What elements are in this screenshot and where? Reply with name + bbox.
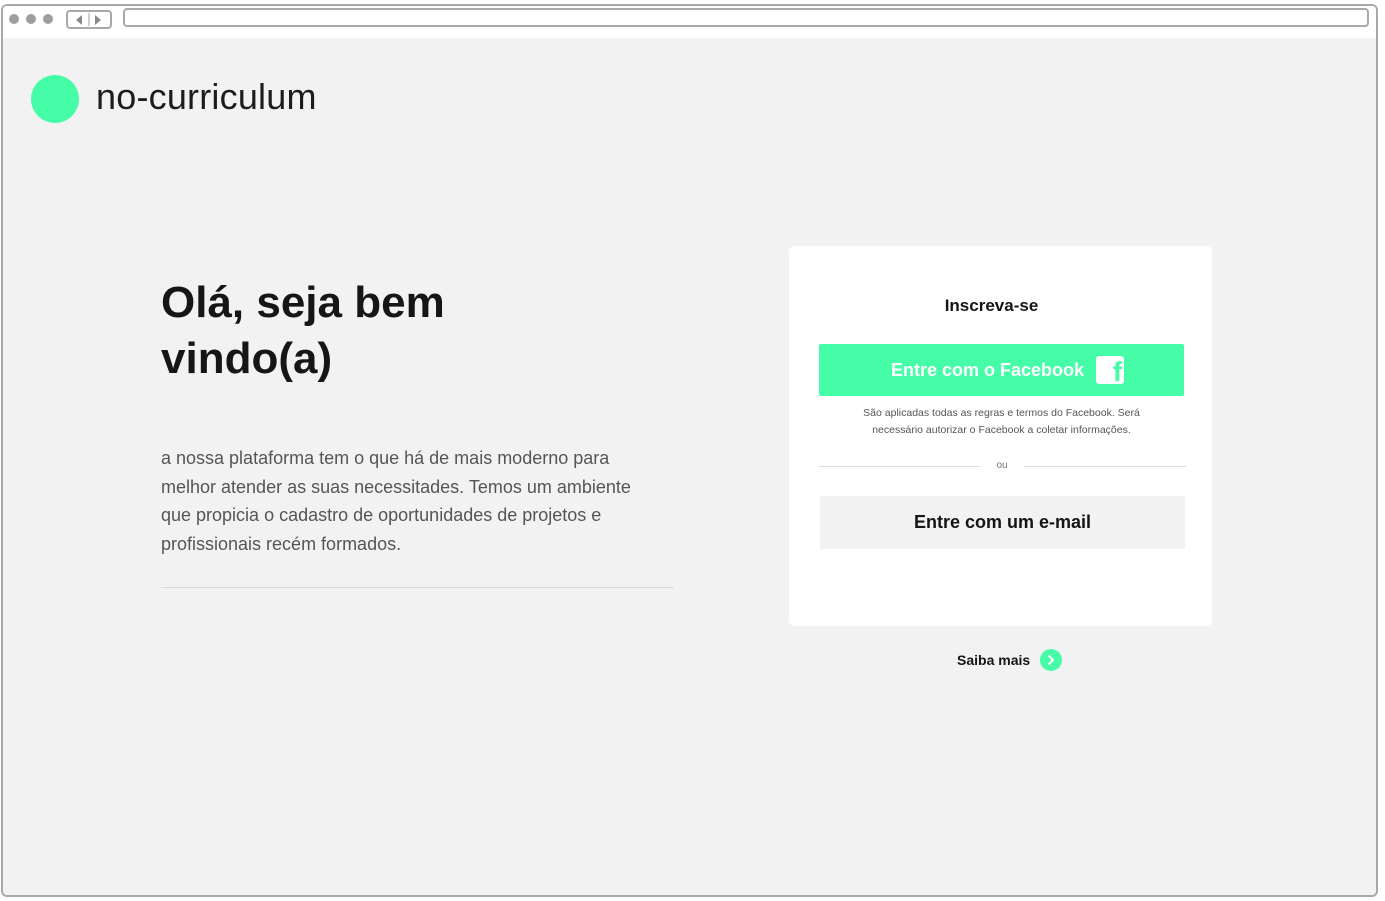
or-divider-left	[819, 466, 980, 467]
or-divider-right	[1024, 466, 1186, 467]
window-minimize-dot[interactable]	[26, 14, 36, 24]
forward-arrow-icon[interactable]	[95, 15, 101, 25]
or-label: ou	[996, 460, 1008, 471]
section-divider	[161, 587, 674, 588]
history-nav	[66, 10, 112, 29]
page-title: Olá, seja bem vindo(a)	[161, 278, 445, 383]
learn-more-label: Saiba mais	[957, 652, 1031, 668]
learn-more-link[interactable]: Saiba mais	[957, 648, 1063, 672]
email-login-button[interactable]: Entre com um e-mail	[820, 496, 1185, 549]
facebook-terms-note: São aplicadas todas as regras e termos d…	[863, 407, 1140, 436]
facebook-login-button[interactable]: Entre com o Facebook f	[819, 344, 1184, 396]
browser-toolbar	[3, 6, 1376, 38]
chevron-right-icon	[1040, 649, 1063, 671]
address-bar[interactable]	[123, 8, 1369, 27]
intro-text: a nossa plataforma tem o que há de mais …	[161, 448, 631, 554]
facebook-icon: f	[1096, 356, 1125, 386]
nav-separator	[88, 13, 90, 26]
back-arrow-icon[interactable]	[76, 15, 82, 25]
logo-icon	[31, 75, 79, 123]
signup-card: Inscreva-se Entre com o Facebook f São a…	[789, 246, 1212, 626]
window-close-dot[interactable]	[9, 14, 19, 24]
brand-name: no-curriculum	[96, 76, 317, 117]
window-maximize-dot[interactable]	[43, 14, 53, 24]
signup-title: Inscreva-se	[944, 296, 1039, 315]
facebook-button-label: Entre com o Facebook	[890, 359, 1085, 380]
